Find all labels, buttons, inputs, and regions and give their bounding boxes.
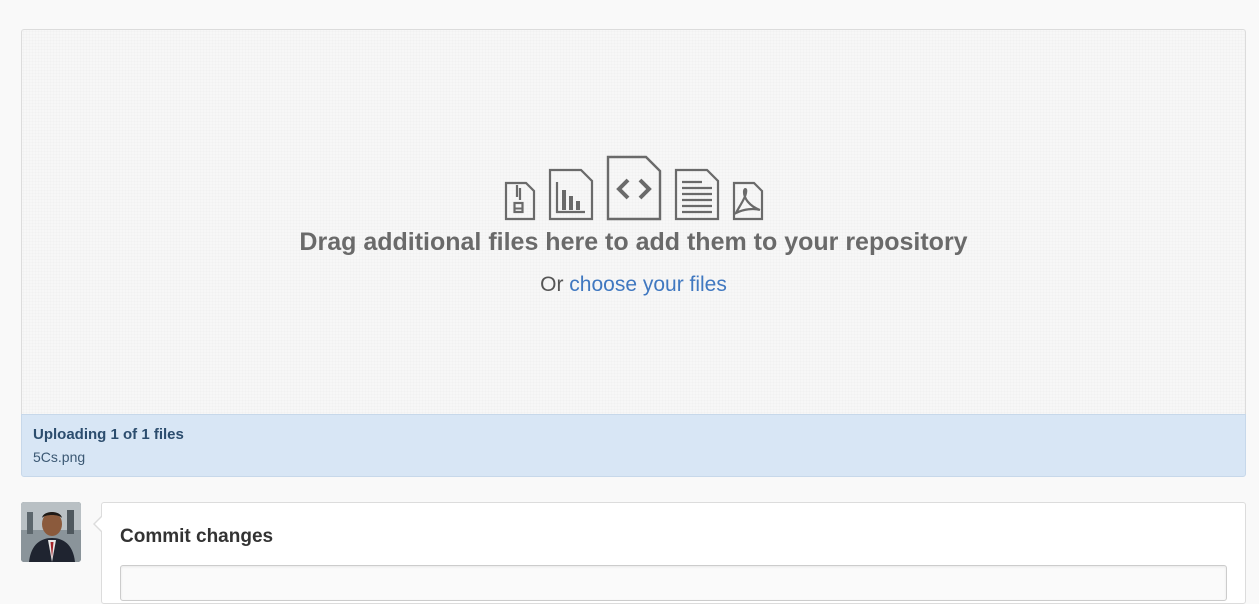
dropzone-title: Drag additional files here to add them t… <box>299 228 968 256</box>
commit-changes-box: Commit changes <box>101 502 1246 604</box>
avatar[interactable] <box>21 502 81 562</box>
file-text-icon <box>674 168 719 221</box>
dropzone-sub-prefix: Or <box>540 273 570 296</box>
file-type-icons <box>22 155 1245 221</box>
upload-file-name: 5Cs.png <box>33 449 86 465</box>
upload-status-title: Uploading 1 of 1 files <box>33 426 184 443</box>
file-chart-icon <box>548 168 593 221</box>
file-pdf-icon <box>732 181 763 221</box>
commit-message-input[interactable] <box>120 565 1227 601</box>
file-dropzone[interactable]: Drag additional files here to add them t… <box>21 29 1246 414</box>
dropzone-subtitle: Or choose your files <box>22 273 1245 297</box>
upload-status-bar: Uploading 1 of 1 files 5Cs.png <box>21 414 1246 477</box>
avatar-image <box>21 502 81 562</box>
commit-title: Commit changes <box>120 526 274 547</box>
file-code-icon <box>606 155 661 221</box>
file-zip-icon <box>504 181 535 221</box>
choose-files-link[interactable]: choose your files <box>569 273 727 296</box>
commit-arrow-inner <box>95 516 103 532</box>
